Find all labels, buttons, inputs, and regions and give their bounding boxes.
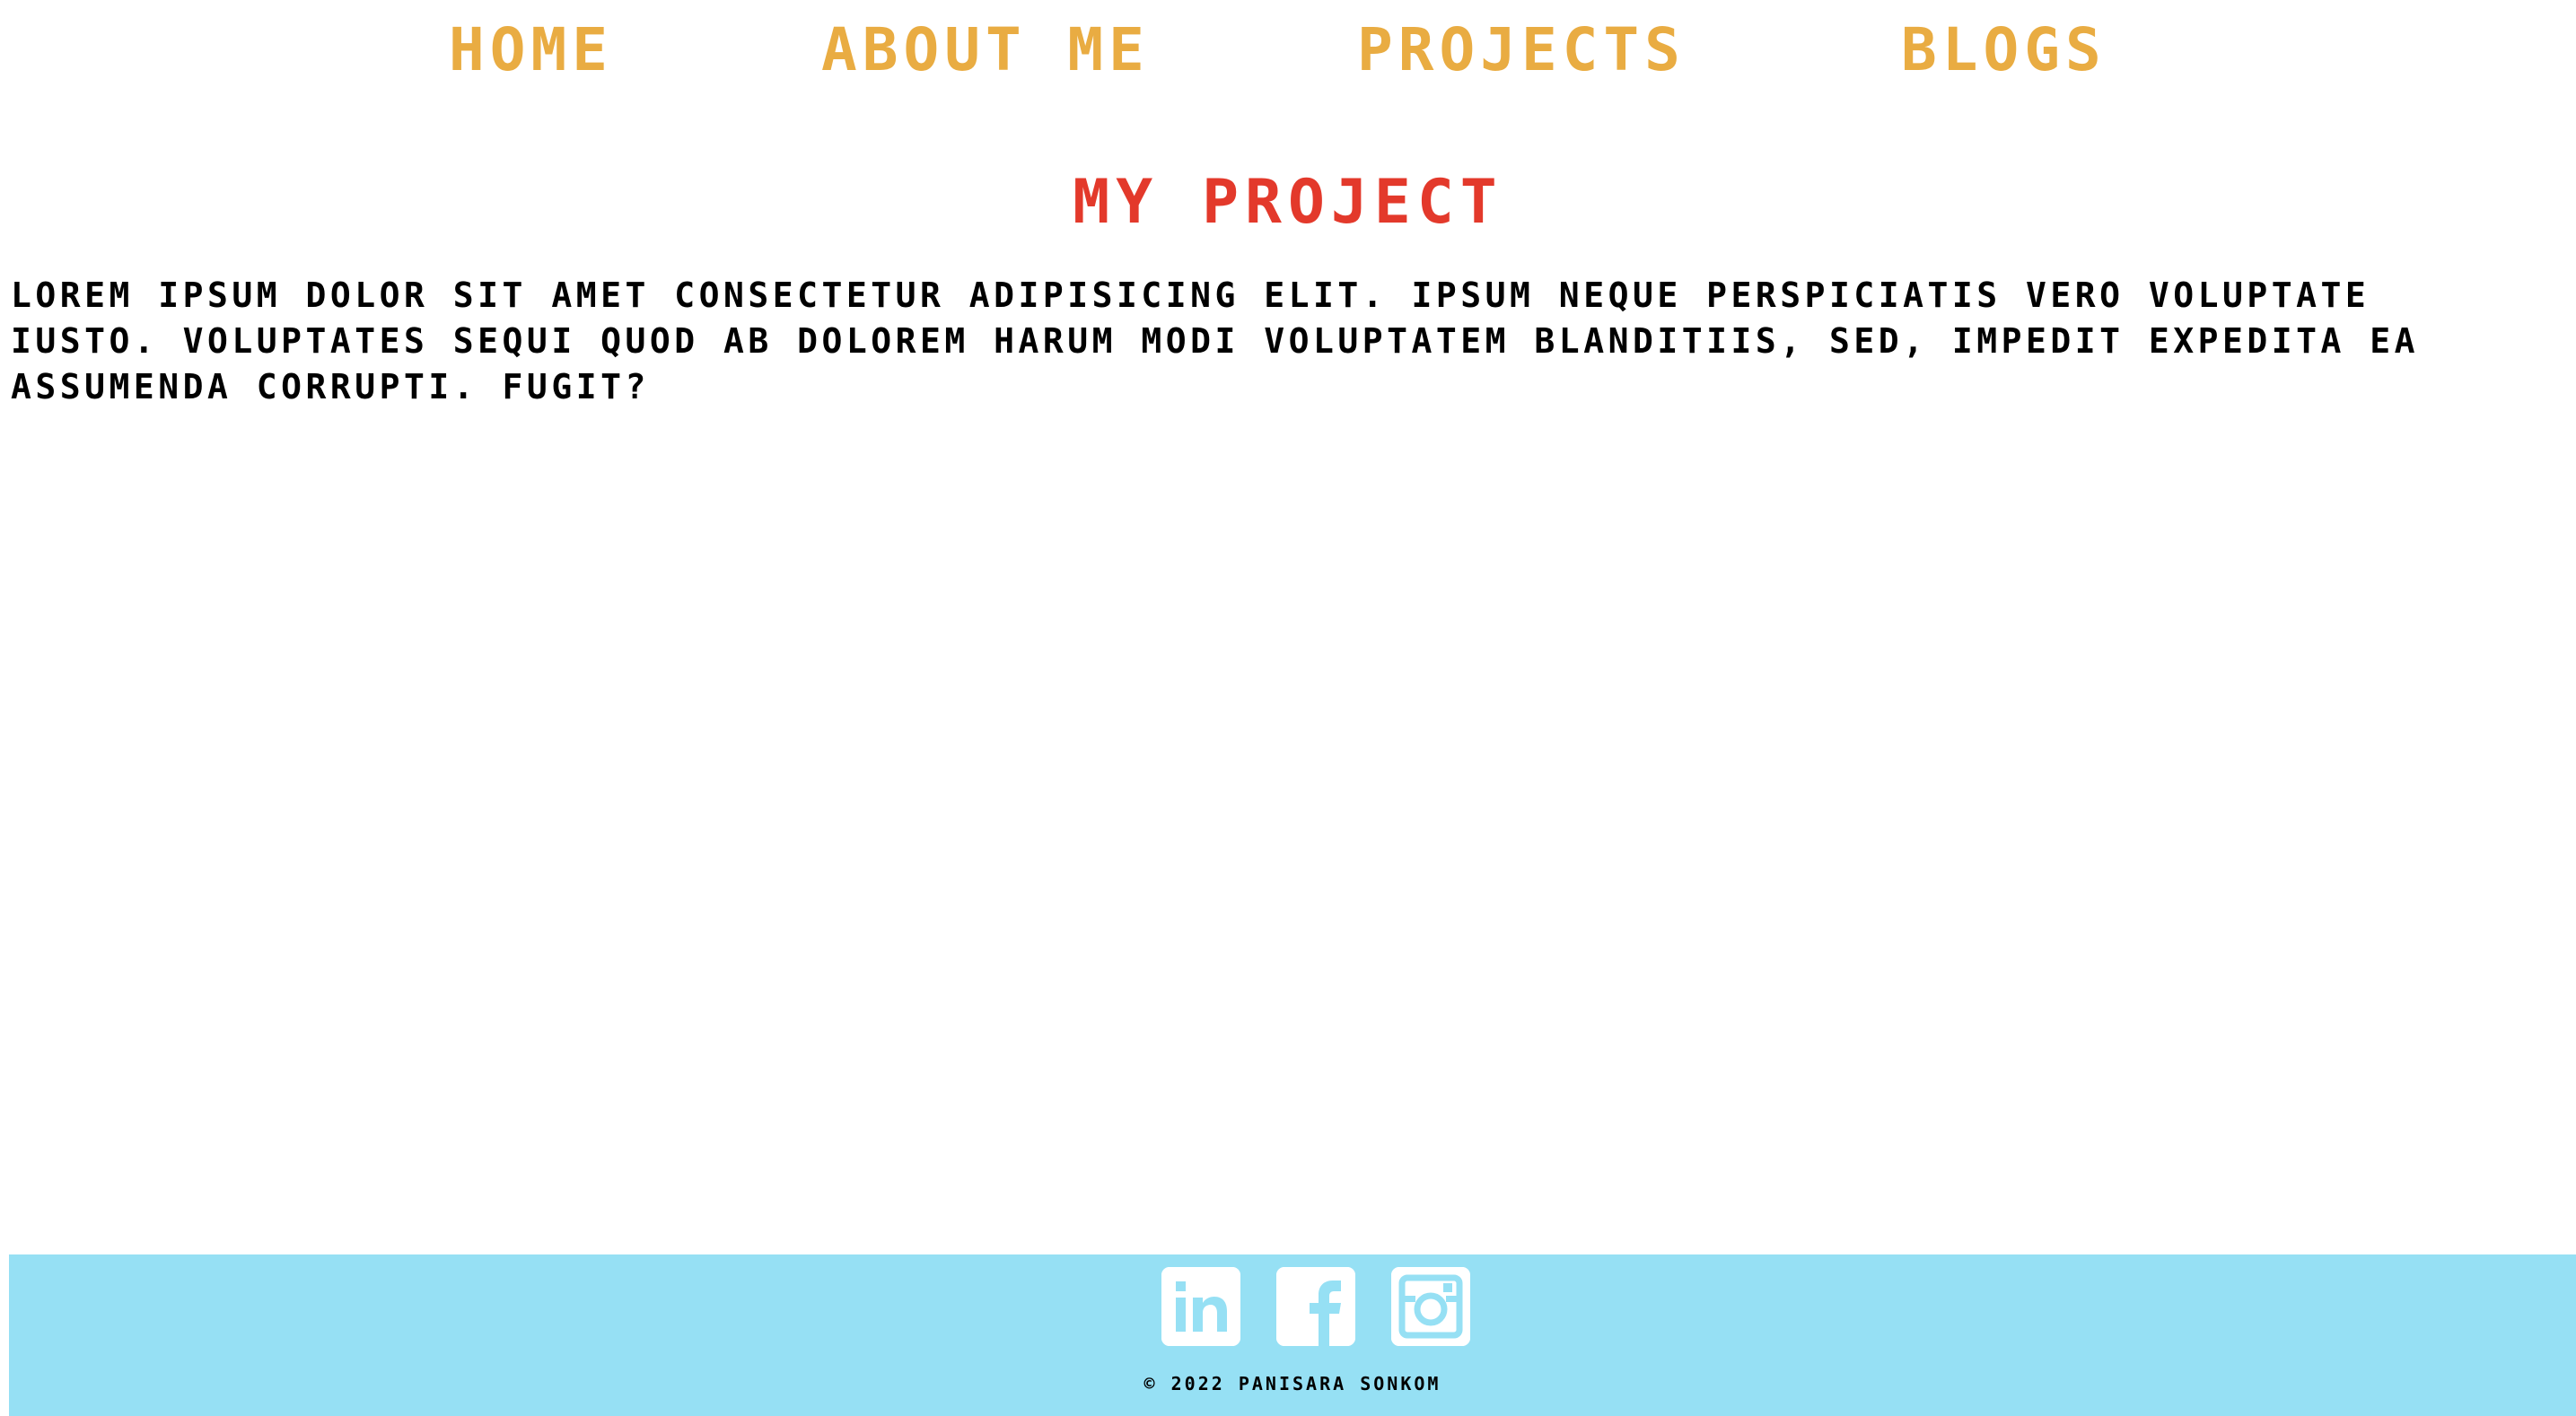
linkedin-icon[interactable]: [1161, 1267, 1240, 1346]
project-description: Lorem ipsum dolor sit amet consectetur a…: [11, 275, 2420, 406]
facebook-icon-graphic: [1276, 1267, 1355, 1346]
instagram-icon-graphic: [1391, 1267, 1470, 1346]
nav-link-blogs[interactable]: Blogs: [1901, 13, 2107, 88]
page-title: My project: [1073, 167, 1503, 238]
top-navigation: Home About me Projects Blogs: [0, 0, 2576, 103]
nav-link-home[interactable]: Home: [449, 13, 613, 88]
nav-link-projects[interactable]: Projects: [1357, 13, 1686, 88]
linkedin-icon-graphic: [1161, 1267, 1240, 1346]
page: Home About me Projects Blogs My project …: [0, 0, 2576, 1416]
instagram-icon[interactable]: [1391, 1267, 1470, 1346]
footer: © 2022 Panisara Sonkom: [9, 1254, 2576, 1416]
facebook-icon[interactable]: [1276, 1267, 1355, 1346]
nav-link-about-me[interactable]: About me: [821, 13, 1150, 88]
copyright-text: © 2022 Panisara Sonkom: [1143, 1373, 1441, 1394]
